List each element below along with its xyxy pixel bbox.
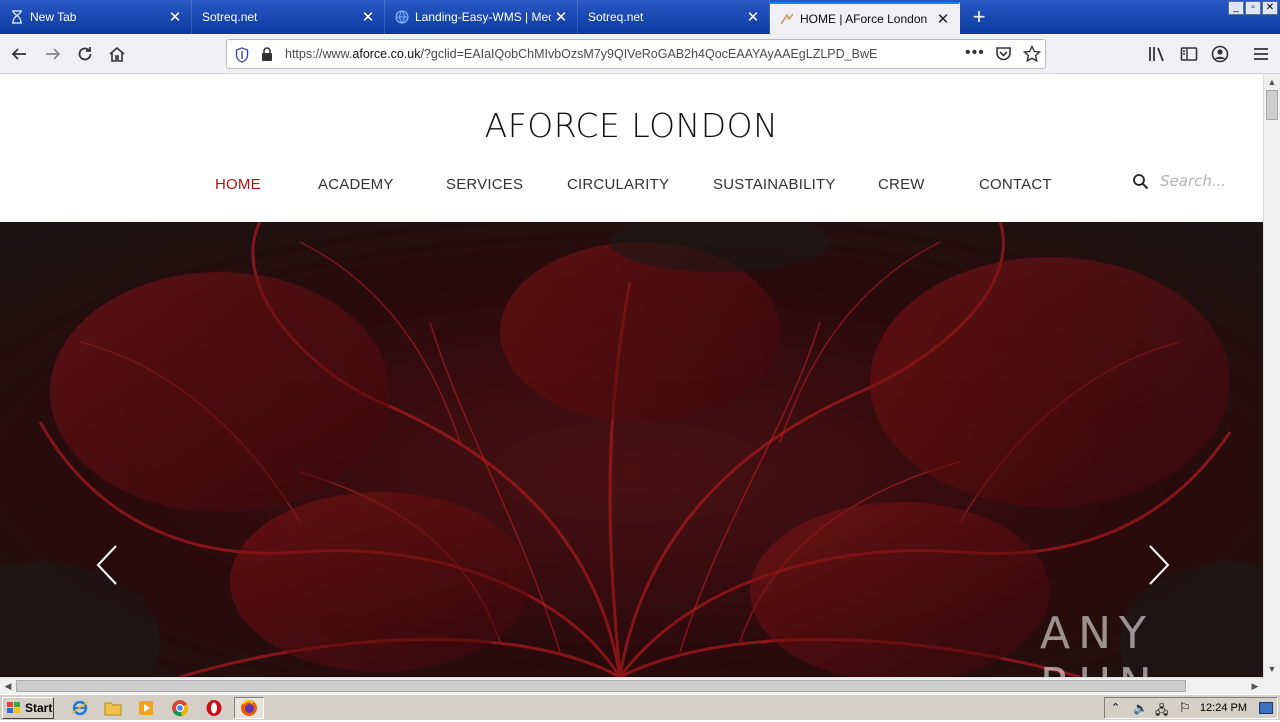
windows-logo-icon <box>7 702 20 713</box>
start-button[interactable]: Start <box>2 697 54 719</box>
search-input[interactable] <box>1160 170 1250 192</box>
system-tray: ⌃ 🔈 🖧 ⚐ 12:24 PM <box>1104 697 1278 719</box>
forward-arrow-icon <box>46 48 61 60</box>
lock-icon[interactable] <box>261 47 273 67</box>
scroll-right-arrow-icon[interactable]: ▶ <box>1247 678 1263 694</box>
scrollbar-corner <box>1263 677 1280 694</box>
tab-title: Landing-Easy-WMS | Mecal <box>415 10 551 24</box>
nav-home[interactable]: HOME <box>215 176 261 193</box>
account-icon <box>1211 45 1229 63</box>
tab-new-tab[interactable]: New Tab ✕ <box>0 0 192 34</box>
start-label: Start <box>25 701 53 715</box>
opera-icon[interactable] <box>204 698 224 718</box>
nav-crew[interactable]: CREW <box>878 176 925 193</box>
hamburger-menu-icon <box>1254 48 1268 60</box>
pocket-icon[interactable] <box>995 46 1012 67</box>
site-search <box>1132 170 1252 194</box>
firefox-icon <box>241 700 257 716</box>
library-button[interactable] <box>1142 39 1172 69</box>
nav-academy[interactable]: ACADEMY <box>318 176 394 193</box>
tab-sotreq-2[interactable]: Sotreq.net ✕ <box>578 0 770 34</box>
tab-landing-easy-wms[interactable]: Landing-Easy-WMS | Mecal ✕ <box>385 0 578 34</box>
home-button[interactable] <box>102 39 132 69</box>
account-button[interactable] <box>1205 39 1235 69</box>
window-close-button[interactable]: ✕ <box>1262 1 1278 15</box>
search-icon[interactable] <box>1132 173 1149 195</box>
tab-title: HOME | AForce London <box>800 12 928 26</box>
nav-contact[interactable]: CONTACT <box>979 176 1052 193</box>
hourglass-icon <box>10 10 24 24</box>
url-domain: aforce.co.uk <box>352 47 421 61</box>
url-path: /?gclid=EAIaIQobChMIvbOzsM7y9QIVeRoGAB2h… <box>420 47 878 61</box>
show-desktop-icon[interactable] <box>1259 702 1273 714</box>
site-logo[interactable]: AFORCE LONDON <box>0 106 1263 145</box>
forward-button[interactable] <box>38 39 68 69</box>
internet-explorer-icon[interactable] <box>70 698 90 718</box>
slider-next-button[interactable] <box>1144 542 1174 588</box>
site-favicon-icon <box>780 12 794 26</box>
tab-aforce-home[interactable]: HOME | AForce London ✕ <box>770 2 960 34</box>
url-text[interactable]: https://www.aforce.co.uk/?gclid=EAIaIQob… <box>285 47 877 61</box>
close-icon[interactable]: ✕ <box>358 7 378 27</box>
page-actions-menu-icon[interactable]: ••• <box>965 44 985 62</box>
horizontal-scrollbar[interactable]: ◀ ▶ <box>0 677 1263 694</box>
nav-sustainability[interactable]: SUSTAINABILITY <box>713 176 836 193</box>
app-menu-button[interactable] <box>1246 39 1276 69</box>
volume-icon[interactable]: 🔈 <box>1133 701 1148 715</box>
tab-strip: New Tab ✕ Sotreq.net ✕ Landing-Easy-WMS … <box>0 0 1280 34</box>
new-tab-button[interactable]: + <box>966 4 992 30</box>
globe-icon <box>395 10 409 24</box>
file-explorer-icon[interactable] <box>103 698 123 718</box>
library-icon <box>1149 47 1164 62</box>
horizontal-scroll-thumb[interactable] <box>16 680 1186 692</box>
nav-circularity[interactable]: CIRCULARITY <box>567 176 669 193</box>
nav-services[interactable]: SERVICES <box>446 176 523 193</box>
web-page: AFORCE LONDON HOME ACADEMY SERVICES CIRC… <box>0 74 1263 677</box>
close-icon[interactable]: ✕ <box>551 7 571 27</box>
tracking-shield-icon[interactable] <box>235 47 249 68</box>
sidebar-icon <box>1180 47 1198 61</box>
sidebar-button[interactable] <box>1174 39 1204 69</box>
url-prefix: https://www. <box>285 47 353 61</box>
slider-prev-button[interactable] <box>92 542 122 588</box>
tab-sotreq-1[interactable]: Sotreq.net ✕ <box>192 0 385 34</box>
scroll-left-arrow-icon[interactable]: ◀ <box>0 678 16 694</box>
chrome-icon[interactable] <box>170 698 190 718</box>
close-icon[interactable]: ✕ <box>165 7 185 27</box>
reload-icon <box>78 47 92 61</box>
action-center-flag-icon[interactable]: ⚐ <box>1179 700 1191 716</box>
vertical-scrollbar[interactable]: ▲ ▼ <box>1263 74 1280 677</box>
chevron-right-icon <box>1149 545 1170 585</box>
back-button[interactable] <box>4 39 34 69</box>
address-bar[interactable]: https://www.aforce.co.uk/?gclid=EAIaIQob… <box>226 39 1046 69</box>
navigation-toolbar: https://www.aforce.co.uk/?gclid=EAIaIQob… <box>0 34 1280 74</box>
firefox-taskbar-button[interactable] <box>234 697 264 719</box>
restore-button[interactable]: ▫ <box>1245 1 1261 15</box>
close-icon[interactable]: ✕ <box>933 9 953 29</box>
media-player-icon[interactable] <box>136 698 156 718</box>
tab-title: New Tab <box>30 10 77 24</box>
taskbar-clock[interactable]: 12:24 PM <box>1200 702 1247 714</box>
chevron-left-icon <box>96 545 117 585</box>
reload-button[interactable] <box>70 39 100 69</box>
vertical-scroll-thumb[interactable] <box>1266 90 1278 120</box>
main-navigation: HOME ACADEMY SERVICES CIRCULARITY SUSTAI… <box>0 176 1263 196</box>
minimize-button[interactable]: _ <box>1228 1 1244 15</box>
close-icon[interactable]: ✕ <box>743 7 763 27</box>
network-icon[interactable]: 🖧 <box>1155 701 1168 722</box>
tab-title: Sotreq.net <box>588 10 644 24</box>
tray-expand-icon[interactable]: ⌃ <box>1111 701 1120 714</box>
scroll-up-arrow-icon[interactable]: ▲ <box>1264 74 1280 90</box>
back-arrow-icon <box>11 48 26 60</box>
home-icon <box>109 46 125 62</box>
windows-taskbar: Start ⌃ 🔈 🖧 ⚐ 12:24 PM <box>0 694 1280 720</box>
tab-title: Sotreq.net <box>202 10 258 24</box>
scroll-down-arrow-icon[interactable]: ▼ <box>1264 661 1280 677</box>
bookmark-star-icon[interactable] <box>1022 44 1042 68</box>
